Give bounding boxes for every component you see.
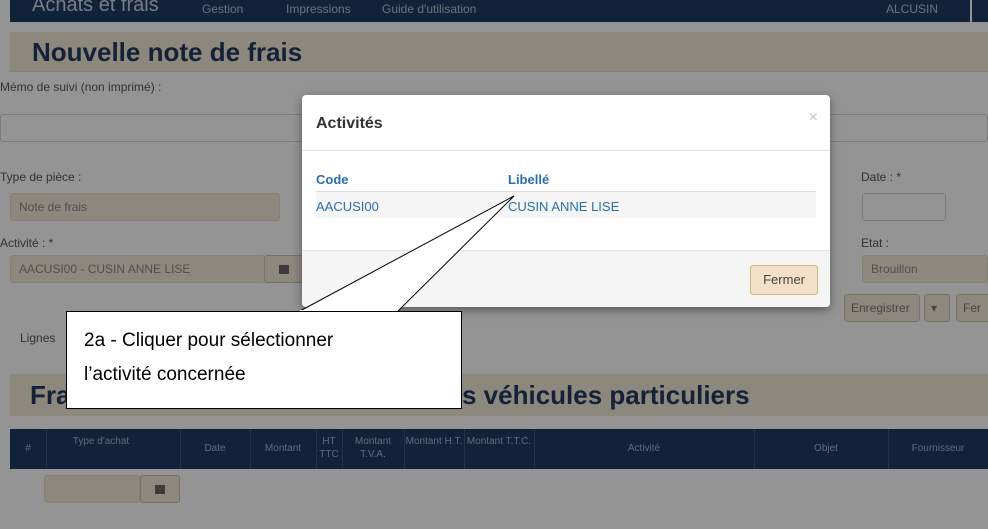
annotation-callout: 2a - Cliquer pour sélectionner l’activit… (66, 311, 462, 409)
callout-pointer-shape (299, 195, 515, 312)
callout-pointer (299, 195, 515, 312)
annotation-line-1: 2a - Cliquer pour sélectionner (84, 330, 334, 351)
annotation-line-2: l’activité concernée (84, 364, 246, 385)
